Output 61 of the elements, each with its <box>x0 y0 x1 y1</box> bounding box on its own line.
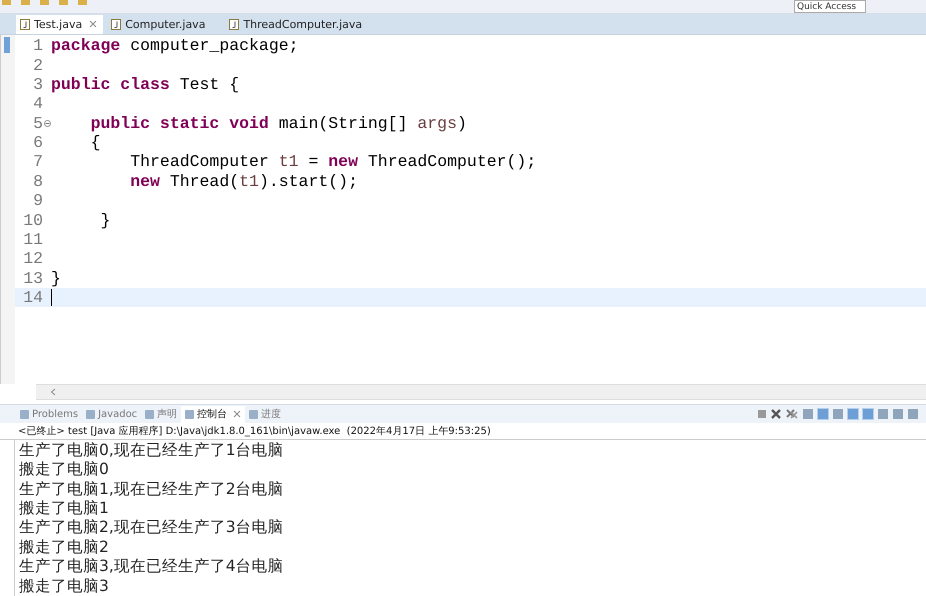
line-number: 1 <box>32 36 43 56</box>
terminate-icon[interactable] <box>758 410 766 418</box>
line-number: 12 <box>22 249 43 268</box>
remove-all-icon[interactable] <box>786 409 798 420</box>
console-output-line: 搬走了电脑1 <box>19 499 110 518</box>
view-icon <box>145 410 154 419</box>
code-line: } <box>51 268 61 288</box>
line-number: 13 <box>22 268 43 288</box>
view-icon <box>249 410 258 419</box>
editor-tab[interactable]: Computer.java <box>107 14 212 34</box>
code-line: public static void main(String[] args) <box>90 114 467 133</box>
text-cursor <box>51 289 52 306</box>
console-output-line: 生产了电脑1,现在已经生产了2台电脑 <box>19 480 285 500</box>
java-file-icon <box>20 18 30 30</box>
quick-access-field[interactable]: Quick Access <box>794 0 866 13</box>
line-number: 4 <box>32 94 43 114</box>
view-icon <box>185 410 194 419</box>
horizontal-scrollbar[interactable] <box>36 384 926 400</box>
editor-tab[interactable]: ThreadComputer.java <box>225 14 368 34</box>
line-number: 6 <box>32 133 43 152</box>
view-tab[interactable]: 控制台 <box>181 406 246 423</box>
view-icon <box>20 410 29 419</box>
view-icon <box>86 410 96 419</box>
remove-icon[interactable] <box>771 409 781 420</box>
console-output-line: 生产了电脑3,现在已经生产了4台电脑 <box>19 557 285 577</box>
view-tab[interactable]: Javadoc <box>82 406 142 423</box>
line-number: 9 <box>32 191 43 210</box>
scroll-left-icon[interactable] <box>50 388 56 396</box>
line-number: 8 <box>32 172 43 191</box>
view-tab[interactable]: Problems <box>16 406 82 423</box>
java-file-icon <box>111 18 122 30</box>
code-line: new Thread(t1).start(); <box>129 172 358 191</box>
console-output-line: 生产了电脑0,现在已经生产了1台电脑 <box>19 440 285 460</box>
code-line: public class Test { <box>51 74 240 94</box>
tab-label: Computer.java <box>125 18 206 31</box>
console-output-line: 生产了电脑2,现在已经生产了3台电脑 <box>19 518 285 538</box>
view-tab[interactable]: 声明 <box>141 406 182 423</box>
code-line: { <box>90 133 101 152</box>
line-number: 10 <box>22 210 43 230</box>
console-output-line: 搬走了电脑3 <box>19 576 110 596</box>
tab-label: Test.java <box>34 18 82 31</box>
close-icon[interactable] <box>233 410 242 418</box>
line-number: 3 <box>32 74 43 94</box>
editor-tab[interactable]: Test.java <box>16 14 104 34</box>
code-line: package computer_package; <box>51 36 299 56</box>
console-header: <已终止> test [Java 应用程序] D:\Java\jdk1.8.0_161\bin\javaw.exe (2022年4月17日 上午9:53:25) <box>0 422 926 440</box>
fold-icon[interactable] <box>44 120 50 127</box>
console-output-line: 搬走了电脑2 <box>19 538 110 558</box>
close-icon[interactable] <box>89 20 98 28</box>
line-number: 14 <box>22 288 43 308</box>
marker-icon <box>4 36 10 53</box>
view-tab[interactable]: 进度 <box>245 406 286 423</box>
console-output-line: 搬走了电脑0 <box>19 460 110 480</box>
tab-label: ThreadComputer.java <box>243 18 362 31</box>
line-number: 7 <box>32 152 43 172</box>
code-line: ThreadComputer t1 = new ThreadComputer(); <box>129 152 536 172</box>
code-line: } <box>100 210 110 230</box>
line-number: 2 <box>32 56 43 75</box>
java-file-icon <box>229 18 240 30</box>
line-number: 11 <box>22 230 43 250</box>
line-number: 5 <box>32 114 43 133</box>
